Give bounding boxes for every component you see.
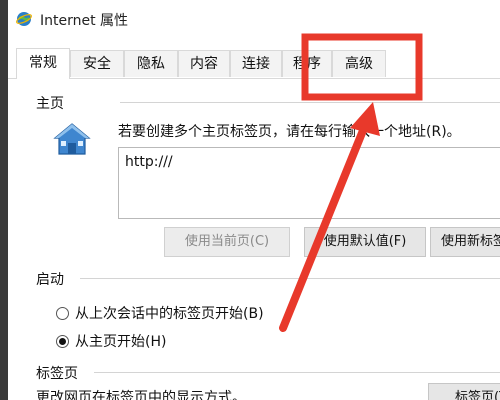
tabs-settings-button[interactable]: 标签页(T) bbox=[428, 383, 500, 400]
tab-general[interactable]: 常规 bbox=[16, 48, 70, 79]
homepage-description: 若要创建多个主页标签页，请在每行输入一个地址(R)。 bbox=[118, 124, 461, 140]
homepage-url-input[interactable]: http:/// bbox=[118, 147, 500, 219]
startup-divider bbox=[80, 278, 500, 279]
tabs-section-divider bbox=[94, 372, 500, 373]
radio-last-session[interactable] bbox=[56, 306, 69, 320]
tab-strip: 常规 安全 隐私 内容 连接 程序 高级 bbox=[8, 48, 500, 79]
startup-section-title: 启动 bbox=[36, 272, 64, 288]
tabs-section-title: 标签页 bbox=[36, 366, 78, 382]
globe-icon bbox=[16, 12, 32, 26]
use-current-button[interactable]: 使用当前页(C) bbox=[164, 227, 290, 257]
startup-option-last-session[interactable]: 从上次会话中的标签页开始(B) bbox=[56, 303, 264, 323]
startup-option-last-session-label: 从上次会话中的标签页开始(B) bbox=[75, 306, 264, 322]
tab-programs[interactable]: 程序 bbox=[282, 50, 332, 77]
tab-privacy[interactable]: 隐私 bbox=[124, 50, 178, 77]
homepage-url-value: http:/// bbox=[125, 154, 173, 170]
use-new-tab-button[interactable]: 使用新标签页(U) bbox=[430, 227, 500, 257]
startup-option-homepage[interactable]: 从主页开始(H) bbox=[56, 331, 166, 351]
tab-security[interactable]: 安全 bbox=[70, 50, 124, 77]
homepage-divider bbox=[120, 102, 500, 103]
use-default-button[interactable]: 使用默认值(F) bbox=[304, 227, 426, 257]
title-bar: Internet 属性 bbox=[8, 0, 500, 40]
tabs-section-description: 更改网页在标签页中的显示方式。 bbox=[36, 390, 246, 400]
window-title: Internet 属性 bbox=[40, 13, 129, 29]
homepage-section-title: 主页 bbox=[36, 96, 64, 112]
home-icon bbox=[53, 123, 91, 155]
general-tab-panel: 主页 若要创建多个主页标签页，请在每行输入一个地址(R)。 http:/// 使… bbox=[8, 79, 500, 400]
internet-properties-dialog: Internet 属性 常规 安全 隐私 内容 连接 程序 高级 主页 若要创建… bbox=[8, 0, 500, 400]
startup-option-homepage-label: 从主页开始(H) bbox=[75, 334, 167, 350]
tab-content[interactable]: 内容 bbox=[178, 50, 230, 77]
radio-homepage[interactable] bbox=[56, 334, 69, 348]
tab-connections[interactable]: 连接 bbox=[230, 50, 282, 77]
tab-advanced[interactable]: 高级 bbox=[332, 50, 386, 77]
